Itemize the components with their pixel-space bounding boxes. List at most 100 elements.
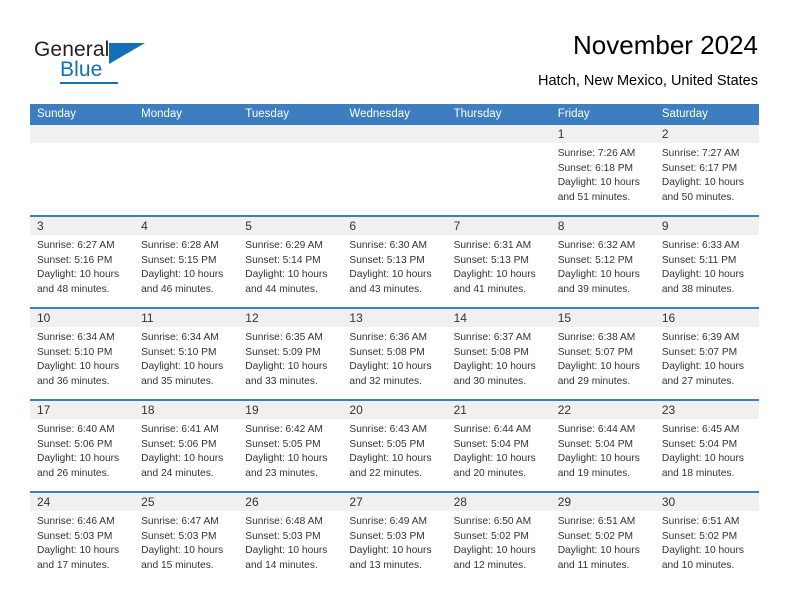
calendar-week-row: 24 Sunrise: 6:46 AM Sunset: 5:03 PM Dayligh… [30, 491, 759, 583]
day-sun-info: Sunrise: 6:43 AM Sunset: 5:05 PM Daylight:… [342, 419, 446, 481]
day-cell[interactable]: 1 Sunrise: 7:26 AM Sunset: 6:18 PM Daylight… [550, 125, 655, 215]
day-number: 29 [557, 495, 572, 509]
day-cell[interactable]: 8 Sunrise: 6:32 AM Sunset: 5:12 PM Daylight… [550, 217, 655, 307]
weekday-header-tuesday: Tuesday [245, 108, 289, 120]
day-number: 20 [349, 403, 363, 417]
sunrise-text: Sunrise: 6:35 AM [245, 332, 323, 343]
day-number: 26 [245, 495, 259, 509]
day-cell[interactable]: 5 Sunrise: 6:29 AM Sunset: 5:14 PM Daylight… [238, 217, 343, 307]
day-number-band: 17 [30, 401, 135, 419]
day-cell[interactable]: 19 Sunrise: 6:42 AM Sunset: 5:05 PM Dayligh… [238, 401, 343, 491]
sunrise-text: Sunrise: 6:48 AM [245, 516, 323, 527]
day-cell[interactable]: 6 Sunrise: 6:30 AM Sunset: 5:13 PM Daylight… [342, 217, 447, 307]
day-cell[interactable]: 28 Sunrise: 6:50 AM Sunset: 5:02 PM Dayligh… [446, 493, 551, 583]
day-cell[interactable]: 4 Sunrise: 6:28 AM Sunset: 5:15 PM Daylight… [134, 217, 239, 307]
daylight-text: Daylight: 10 hours and 48 minutes. [37, 269, 120, 295]
day-number: 21 [453, 403, 467, 417]
day-cell[interactable]: 26 Sunrise: 6:48 AM Sunset: 5:03 PM Dayligh… [238, 493, 343, 583]
day-cell[interactable]: 22 Sunrise: 6:44 AM Sunset: 5:04 PM Dayligh… [550, 401, 655, 491]
day-cell[interactable]: 10 Sunrise: 6:34 AM Sunset: 5:10 PM Dayligh… [30, 309, 135, 399]
day-cell[interactable]: 14 Sunrise: 6:37 AM Sunset: 5:08 PM Dayligh… [446, 309, 551, 399]
sunrise-text: Sunrise: 6:39 AM [661, 332, 740, 343]
daylight-text: Daylight: 10 hours and 38 minutes. [661, 269, 744, 295]
day-cell[interactable]: 2 Sunrise: 7:27 AM Sunset: 6:17 PM Daylight… [654, 125, 759, 215]
day-number-band [446, 125, 551, 143]
day-number: 15 [557, 311, 572, 325]
day-number: 25 [141, 495, 155, 509]
day-cell[interactable]: 24 Sunrise: 6:46 AM Sunset: 5:03 PM Dayligh… [30, 493, 135, 583]
sunrise-text: Sunrise: 6:32 AM [557, 240, 636, 251]
day-cell[interactable]: 20 Sunrise: 6:43 AM Sunset: 5:05 PM Dayligh… [342, 401, 447, 491]
day-number: 24 [37, 495, 51, 509]
daylight-text: Daylight: 10 hours and 36 minutes. [37, 361, 120, 387]
day-number: 1 [557, 127, 565, 141]
day-sun-info: Sunrise: 6:49 AM Sunset: 5:03 PM Daylight:… [342, 511, 446, 573]
sunset-text: Sunset: 5:04 PM [557, 438, 634, 450]
day-cell[interactable]: 29 Sunrise: 6:51 AM Sunset: 5:02 PM Dayligh… [550, 493, 655, 583]
day-sun-info: Sunrise: 6:42 AM Sunset: 5:05 PM Daylight:… [238, 419, 342, 481]
day-number-band: 7 [446, 217, 551, 235]
sunset-text: Sunset: 5:12 PM [557, 254, 634, 266]
day-sun-info: Sunrise: 7:26 AM Sunset: 6:18 PM Daylight:… [551, 143, 655, 205]
daylight-text: Daylight: 10 hours and 15 minutes. [141, 545, 224, 571]
page-title: November 2024 [573, 30, 758, 60]
daylight-text: Daylight: 10 hours and 29 minutes. [557, 361, 640, 387]
daylight-text: Daylight: 10 hours and 20 minutes. [453, 453, 536, 479]
day-number: 11 [141, 311, 154, 325]
daylight-text: Daylight: 10 hours and 27 minutes. [661, 361, 744, 387]
sunset-text: Sunset: 5:03 PM [141, 530, 217, 542]
sunrise-text: Sunrise: 6:37 AM [453, 332, 532, 343]
day-cell[interactable]: 30 Sunrise: 6:51 AM Sunset: 5:02 PM Dayligh… [654, 493, 759, 583]
day-cell[interactable]: 27 Sunrise: 6:49 AM Sunset: 5:03 PM Dayligh… [342, 493, 447, 583]
day-sun-info: Sunrise: 6:41 AM Sunset: 5:06 PM Daylight:… [134, 419, 238, 481]
day-number-band: 22 [550, 401, 655, 419]
day-cell[interactable]: 25 Sunrise: 6:47 AM Sunset: 5:03 PM Dayligh… [134, 493, 239, 583]
sunrise-text: Sunrise: 6:30 AM [349, 240, 428, 251]
day-cell[interactable]: 18 Sunrise: 6:41 AM Sunset: 5:06 PM Dayligh… [134, 401, 239, 491]
sunset-text: Sunset: 5:10 PM [37, 346, 113, 358]
day-cell[interactable]: 12 Sunrise: 6:35 AM Sunset: 5:09 PM Dayligh… [238, 309, 343, 399]
sunrise-text: Sunrise: 6:49 AM [349, 516, 428, 527]
day-cell[interactable]: 17 Sunrise: 6:40 AM Sunset: 5:06 PM Dayligh… [30, 401, 135, 491]
calendar-week-row: 3 Sunrise: 6:27 AM Sunset: 5:16 PM Daylight… [30, 215, 759, 307]
day-cell[interactable]: 9 Sunrise: 6:33 AM Sunset: 5:11 PM Daylight… [654, 217, 759, 307]
weekday-header-monday: Monday [141, 108, 183, 120]
sunset-text: Sunset: 5:02 PM [661, 530, 738, 542]
calendar-week-row: 1 Sunrise: 7:26 AM Sunset: 6:18 PM Daylight… [30, 125, 759, 215]
day-number: 7 [453, 219, 461, 233]
day-cell[interactable]: 16 Sunrise: 6:39 AM Sunset: 5:07 PM Dayligh… [654, 309, 759, 399]
day-number-band: 29 [550, 493, 655, 511]
day-cell[interactable]: 15 Sunrise: 6:38 AM Sunset: 5:07 PM Dayligh… [550, 309, 655, 399]
general-blue-logo[interactable]: General Blue [34, 38, 164, 88]
day-sun-info: Sunrise: 6:31 AM Sunset: 5:13 PM Daylight:… [447, 235, 551, 297]
day-cell[interactable]: 23 Sunrise: 6:45 AM Sunset: 5:04 PM Dayligh… [654, 401, 759, 491]
day-number-band: 11 [134, 309, 239, 327]
day-cell[interactable]: 11 Sunrise: 6:34 AM Sunset: 5:10 PM Dayligh… [134, 309, 239, 399]
week-cells: 24 Sunrise: 6:46 AM Sunset: 5:03 PM Dayligh… [30, 493, 759, 583]
day-number-band: 8 [550, 217, 655, 235]
sunset-text: Sunset: 5:02 PM [557, 530, 634, 542]
day-number: 19 [245, 403, 259, 417]
sunset-text: Sunset: 5:06 PM [37, 438, 113, 450]
day-number: 4 [141, 219, 148, 233]
page-subtitle: Hatch, New Mexico, United States [537, 73, 758, 89]
day-cell[interactable]: 21 Sunrise: 6:44 AM Sunset: 5:04 PM Dayligh… [446, 401, 551, 491]
day-number: 13 [349, 311, 363, 325]
week-cells: 3 Sunrise: 6:27 AM Sunset: 5:16 PM Daylight… [30, 217, 759, 307]
calendar-week-row: 10 Sunrise: 6:34 AM Sunset: 5:10 PM Dayligh… [30, 307, 759, 399]
day-sun-info: Sunrise: 6:34 AM Sunset: 5:10 PM Daylight:… [30, 327, 134, 389]
weekday-header-wednesday: Wednesday [349, 108, 410, 120]
day-sun-info: Sunrise: 6:44 AM Sunset: 5:04 PM Daylight:… [551, 419, 655, 481]
day-number: 8 [557, 219, 565, 233]
day-number: 2 [661, 127, 669, 141]
sunrise-text: Sunrise: 6:38 AM [557, 332, 636, 343]
sunset-text: Sunset: 5:03 PM [349, 530, 425, 542]
sunrise-text: Sunrise: 6:41 AM [141, 424, 219, 435]
day-cell[interactable]: 13 Sunrise: 6:36 AM Sunset: 5:08 PM Dayligh… [342, 309, 447, 399]
day-cell[interactable]: 3 Sunrise: 6:27 AM Sunset: 5:16 PM Daylight… [30, 217, 135, 307]
day-sun-info: Sunrise: 6:33 AM Sunset: 5:11 PM Daylight:… [655, 235, 759, 297]
daylight-text: Daylight: 10 hours and 46 minutes. [141, 269, 224, 295]
day-number-band: 6 [342, 217, 447, 235]
week-cells: 10 Sunrise: 6:34 AM Sunset: 5:10 PM Dayligh… [30, 309, 759, 399]
day-cell[interactable]: 7 Sunrise: 6:31 AM Sunset: 5:13 PM Daylight… [446, 217, 551, 307]
